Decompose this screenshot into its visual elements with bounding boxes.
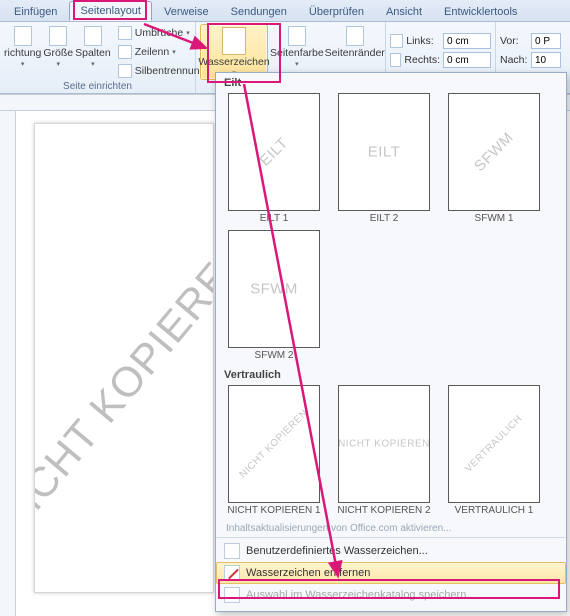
- menu-custom-label: Benutzerdefiniertes Wasserzeichen...: [246, 545, 428, 557]
- watermark-thumb[interactable]: NICHT KOPIEREN NICHT KOPIEREN 1: [226, 385, 322, 516]
- thumb-label: VERTRAULICH 1: [455, 505, 534, 516]
- thumb-label: EILT 1: [260, 213, 289, 224]
- umbrueche-label: Umbrüche: [135, 27, 183, 39]
- ausrichtung-label: richtung: [4, 47, 41, 59]
- abstand-nach: Nach:: [500, 51, 562, 69]
- menu-remove-label: Wasserzeichen entfernen: [246, 567, 370, 579]
- groesse-label: Größe: [43, 47, 73, 59]
- orientation-icon: [14, 26, 32, 46]
- hyphenation-icon: [118, 64, 132, 78]
- menu-custom-watermark[interactable]: Benutzerdefiniertes Wasserzeichen...: [216, 540, 566, 562]
- einzug-links-label: Links:: [406, 35, 440, 47]
- einzug-rechts-label: Rechts:: [404, 54, 440, 66]
- gallery-thumbs-eilt: EILT EILT 1 EILT EILT 2 SFWM SFWM 1: [216, 91, 566, 228]
- thumb-label: SFWM 2: [255, 350, 294, 361]
- save-gallery-icon: [224, 587, 240, 603]
- thumb-watermark-text: SFWM: [250, 281, 298, 298]
- seitenraender-button[interactable]: Seitenränder: [326, 24, 384, 61]
- tab-seitenlayout[interactable]: Seitenlayout: [69, 1, 152, 21]
- pageborders-icon: [346, 26, 364, 46]
- gallery-thumbs-vertraulich: NICHT KOPIERENNICHT KOPIEREN 1NICHT KOPI…: [216, 383, 566, 520]
- tab-entwicklertools[interactable]: Entwicklertools: [434, 3, 527, 21]
- thumb-watermark-text: NICHT KOPIEREN: [238, 408, 311, 481]
- chevron-down-icon: ▾: [172, 48, 176, 56]
- thumb-label: NICHT KOPIEREN 1: [227, 505, 320, 516]
- ribbon-tabs: Einfügen Seitenlayout Verweise Sendungen…: [0, 0, 570, 22]
- gallery-thumbs-eilt2: SFWM SFWM 2: [216, 228, 566, 365]
- seitenfarbe-label: Seitenfarbe: [270, 47, 324, 59]
- ausrichtung-button[interactable]: richtung▾: [4, 24, 41, 70]
- indent-right-icon: [390, 53, 401, 67]
- ruler-vertical[interactable]: [0, 111, 16, 616]
- abstand-nach-label: Nach:: [500, 54, 528, 66]
- remove-watermark-icon: [224, 565, 240, 581]
- thumb-label: EILT 2: [370, 213, 399, 224]
- watermark-thumb[interactable]: EILT EILT 2: [336, 93, 432, 224]
- indent-left-icon: [390, 34, 403, 48]
- chevron-down-icon: ▾: [295, 60, 299, 68]
- chevron-down-icon: ▾: [91, 60, 95, 68]
- thumb-watermark-text: SFWM: [471, 129, 517, 175]
- spalten-label: Spalten: [75, 47, 111, 59]
- breaks-icon: [118, 26, 132, 40]
- groesse-button[interactable]: Größe▾: [43, 24, 73, 70]
- gallery-category-vertraulich: Vertraulich: [216, 365, 566, 383]
- thumb-label: NICHT KOPIEREN 2: [337, 505, 430, 516]
- menu-remove-watermark[interactable]: Wasserzeichen entfernen: [216, 562, 566, 584]
- tab-ansicht[interactable]: Ansicht: [376, 3, 432, 21]
- spalten-button[interactable]: Spalten▾: [75, 24, 111, 70]
- watermark-thumb[interactable]: SFWM SFWM 2: [226, 230, 322, 361]
- watermark-gallery: Eilt EILT EILT 1 EILT EILT 2 SFWM SFWM 1 SFWM…: [215, 72, 567, 612]
- thumb-watermark-text: EILT: [368, 144, 401, 161]
- seitenfarbe-button[interactable]: Seitenfarbe▾: [270, 24, 324, 70]
- zeilennr-label: Zeilenn: [135, 46, 169, 58]
- wasserzeichen-label: Wasserzeichen: [198, 56, 269, 68]
- chevron-down-icon: ▾: [21, 60, 25, 68]
- pagecolor-icon: [288, 26, 306, 46]
- tab-sendungen[interactable]: Sendungen: [221, 3, 297, 21]
- thumb-watermark-text: EILT: [256, 134, 291, 169]
- thumb-watermark-text: NICHT KOPIEREN: [338, 439, 430, 450]
- einzug-links-input[interactable]: [443, 33, 491, 49]
- abstand-nach-input[interactable]: [531, 52, 561, 68]
- chevron-down-icon: ▾: [186, 29, 190, 37]
- menu-separator: [216, 537, 566, 538]
- document-page[interactable]: NICHT KOPIEREN: [34, 123, 214, 593]
- chevron-down-icon: ▾: [56, 60, 60, 68]
- tab-verweise[interactable]: Verweise: [154, 3, 219, 21]
- gallery-category-eilt: Eilt: [216, 73, 566, 91]
- linenumbers-icon: [118, 45, 132, 59]
- abstand-vor: Vor:: [500, 32, 562, 50]
- custom-watermark-icon: [224, 543, 240, 559]
- tab-ueberpruefen[interactable]: Überprüfen: [299, 3, 374, 21]
- gallery-update-link[interactable]: Inhaltsaktualisierungen von Office.com a…: [216, 520, 566, 535]
- silben-label: Silbentrennung: [135, 65, 206, 77]
- menu-save-label: Auswahl im Wasserzeichenkatalog speicher…: [246, 589, 475, 601]
- size-icon: [49, 26, 67, 46]
- watermark-thumb[interactable]: SFWM SFWM 1: [446, 93, 542, 224]
- document-watermark: NICHT KOPIEREN: [34, 229, 214, 544]
- thumb-label: SFWM 1: [475, 213, 514, 224]
- watermark-thumb[interactable]: EILT EILT 1: [226, 93, 322, 224]
- columns-icon: [84, 26, 102, 46]
- watermark-thumb[interactable]: VERTRAULICH VERTRAULICH 1: [446, 385, 542, 516]
- watermark-icon: [222, 27, 246, 55]
- abstand-vor-input[interactable]: [531, 33, 561, 49]
- tab-einfuegen[interactable]: Einfügen: [4, 3, 67, 21]
- seitenraender-label: Seitenränder: [325, 47, 385, 59]
- menu-save-to-gallery: Auswahl im Wasserzeichenkatalog speicher…: [216, 584, 566, 606]
- einzug-links: Links:: [390, 32, 491, 50]
- abstand-vor-label: Vor:: [500, 35, 528, 47]
- thumb-watermark-text: VERTRAULICH: [463, 413, 524, 474]
- einzug-rechts-input[interactable]: [443, 52, 491, 68]
- watermark-thumb[interactable]: NICHT KOPIEREN NICHT KOPIEREN 2: [336, 385, 432, 516]
- group-seite-label: Seite einrichten: [4, 80, 191, 94]
- einzug-rechts: Rechts:: [390, 51, 491, 69]
